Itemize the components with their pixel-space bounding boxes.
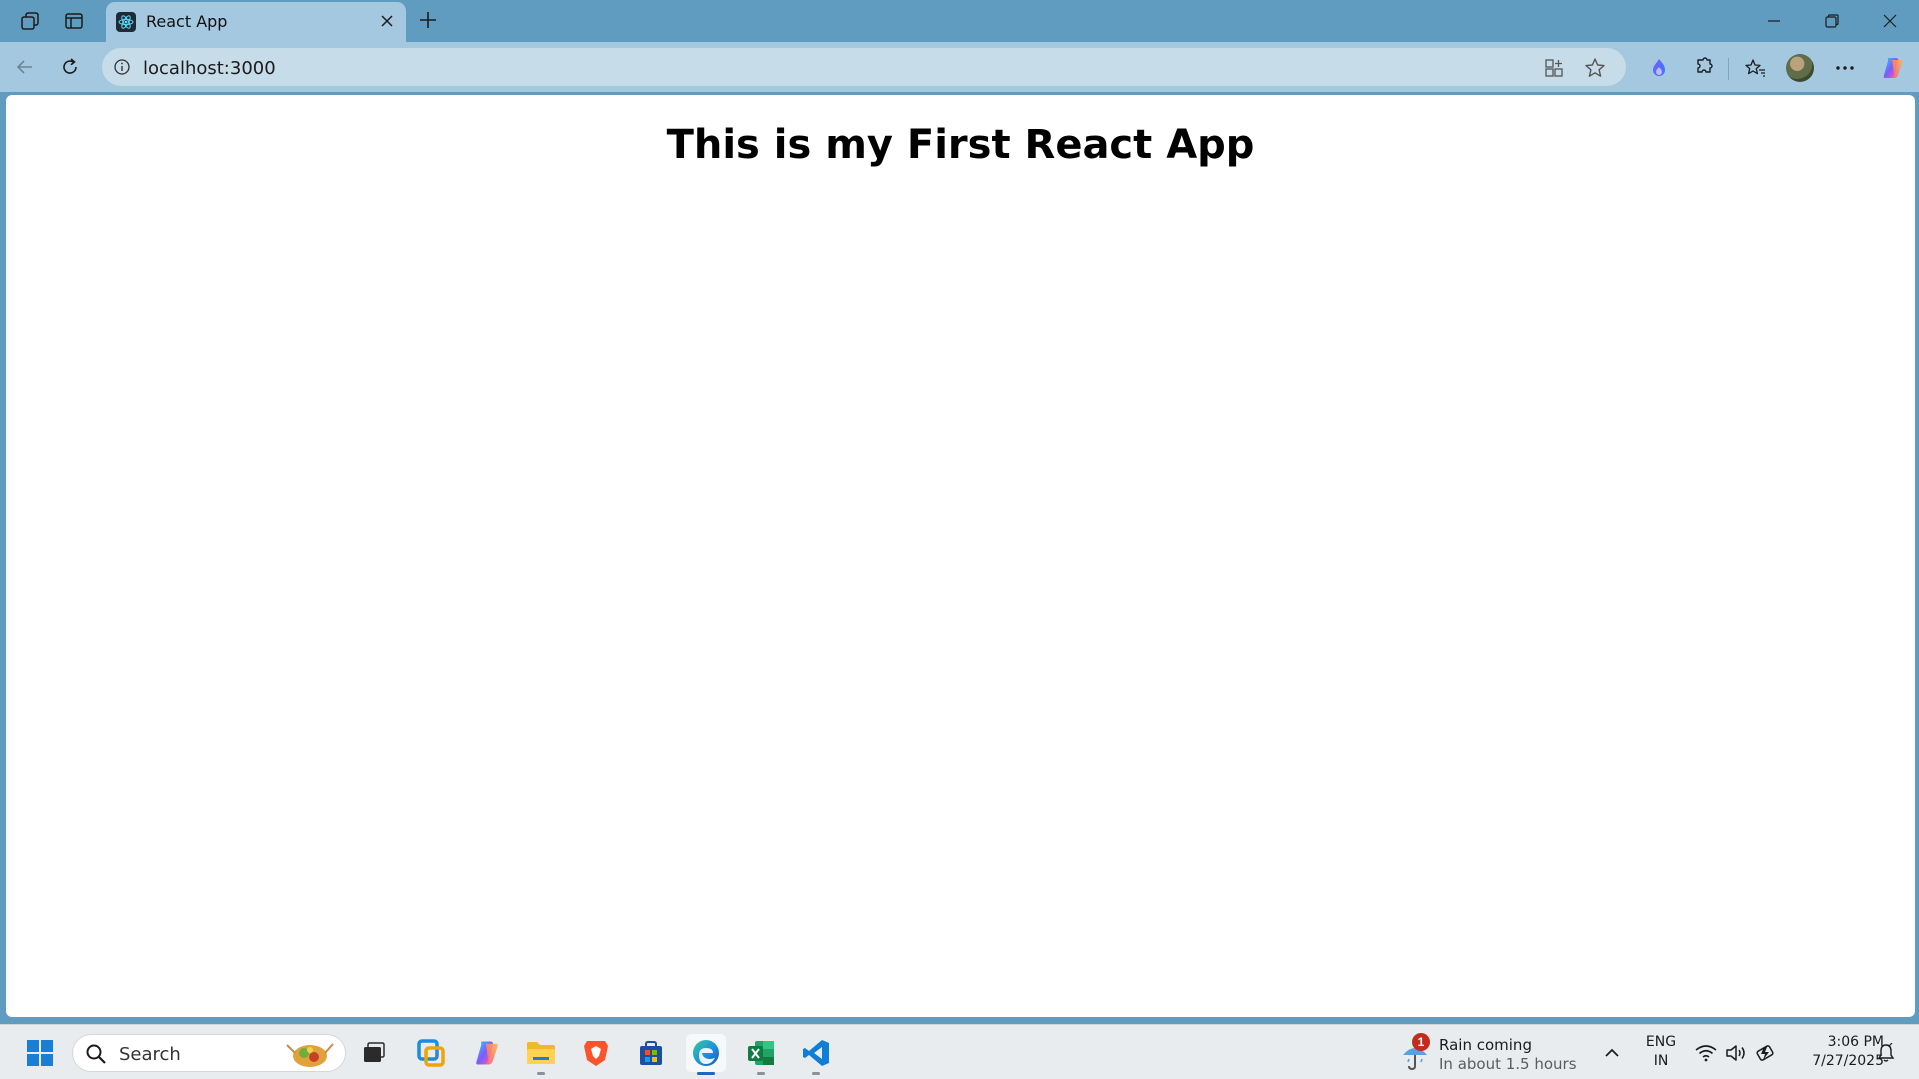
taskbar-search-box[interactable]: Search <box>72 1034 346 1072</box>
tab-react-app[interactable]: React App <box>106 2 406 42</box>
app-available-icon[interactable] <box>1542 56 1566 80</box>
taskbar-edge[interactable] <box>686 1034 726 1075</box>
volume-icon[interactable] <box>1724 1041 1748 1065</box>
browser-essentials-icon[interactable] <box>1643 52 1675 84</box>
close-tab-icon[interactable] <box>376 10 398 32</box>
taskbar-task-view[interactable] <box>354 1034 394 1072</box>
address-bar[interactable]: localhost:3000 <box>102 48 1626 86</box>
browser-toolbar: localhost:3000 <box>0 42 1919 92</box>
tab-title: React App <box>146 12 228 31</box>
start-button[interactable] <box>20 1034 60 1072</box>
extensions-icon[interactable] <box>1687 52 1719 84</box>
language-region: IN <box>1653 1053 1669 1069</box>
input-language-indicator[interactable]: ENG IN <box>1643 1033 1679 1071</box>
taskbar-vscode[interactable] <box>796 1034 836 1075</box>
language-code: ENG <box>1645 1034 1677 1050</box>
address-url: localhost:3000 <box>143 58 276 79</box>
taskbar-file-explorer[interactable] <box>521 1034 561 1075</box>
windows-taskbar: Search 1 Rain coming In about 1.5 hours <box>0 1024 1919 1079</box>
copilot-icon[interactable] <box>1877 52 1909 84</box>
refresh-button[interactable] <box>55 52 85 82</box>
clock-time: 3:06 PM <box>1827 1034 1884 1050</box>
close-window-button[interactable] <box>1861 0 1919 42</box>
notifications-bell-icon[interactable] <box>1874 1041 1898 1065</box>
wifi-icon[interactable] <box>1694 1041 1718 1065</box>
browser-title-bar: React App <box>0 0 1919 42</box>
favorites-icon[interactable] <box>1739 52 1771 84</box>
restore-button[interactable] <box>1803 0 1861 42</box>
page-viewport: This is my First React App <box>6 95 1915 1017</box>
new-tab-button[interactable] <box>414 6 442 34</box>
workspaces-icon[interactable] <box>17 8 43 34</box>
show-hidden-icons-chevron-up-icon[interactable] <box>1600 1041 1624 1065</box>
weather-alert-badge: 1 <box>1412 1033 1430 1051</box>
clock-date: 7/27/2025 <box>1812 1053 1884 1069</box>
taskbar-brave[interactable] <box>576 1034 616 1072</box>
toolbar-divider <box>1728 58 1729 80</box>
weather-subtitle: In about 1.5 hours <box>1439 1055 1577 1073</box>
page-heading: This is my First React App <box>666 122 1255 168</box>
taskbar-microsoft-store[interactable] <box>631 1034 671 1072</box>
battery-charging-icon[interactable] <box>1754 1041 1778 1065</box>
react-favicon-icon <box>116 12 136 32</box>
system-clock[interactable]: 3:06 PM 7/27/2025 <box>1788 1033 1884 1071</box>
search-placeholder: Search <box>119 1044 181 1065</box>
minimize-button[interactable] <box>1745 0 1803 42</box>
vertical-tabs-icon[interactable] <box>61 8 87 34</box>
site-info-icon[interactable] <box>112 57 132 77</box>
search-icon <box>86 1044 106 1064</box>
taskbar-microsoft-365[interactable] <box>411 1034 451 1072</box>
favorite-star-icon[interactable] <box>1583 56 1607 80</box>
back-button[interactable] <box>10 52 40 82</box>
weather-widget[interactable]: 1 Rain coming In about 1.5 hours <box>1397 1031 1587 1075</box>
taskbar-excel[interactable] <box>741 1034 781 1075</box>
weather-title: Rain coming <box>1439 1036 1532 1054</box>
profile-avatar[interactable] <box>1784 52 1816 84</box>
more-options-icon[interactable] <box>1829 52 1861 84</box>
taskbar-copilot[interactable] <box>467 1034 507 1072</box>
search-highlight-icon <box>286 1043 334 1067</box>
